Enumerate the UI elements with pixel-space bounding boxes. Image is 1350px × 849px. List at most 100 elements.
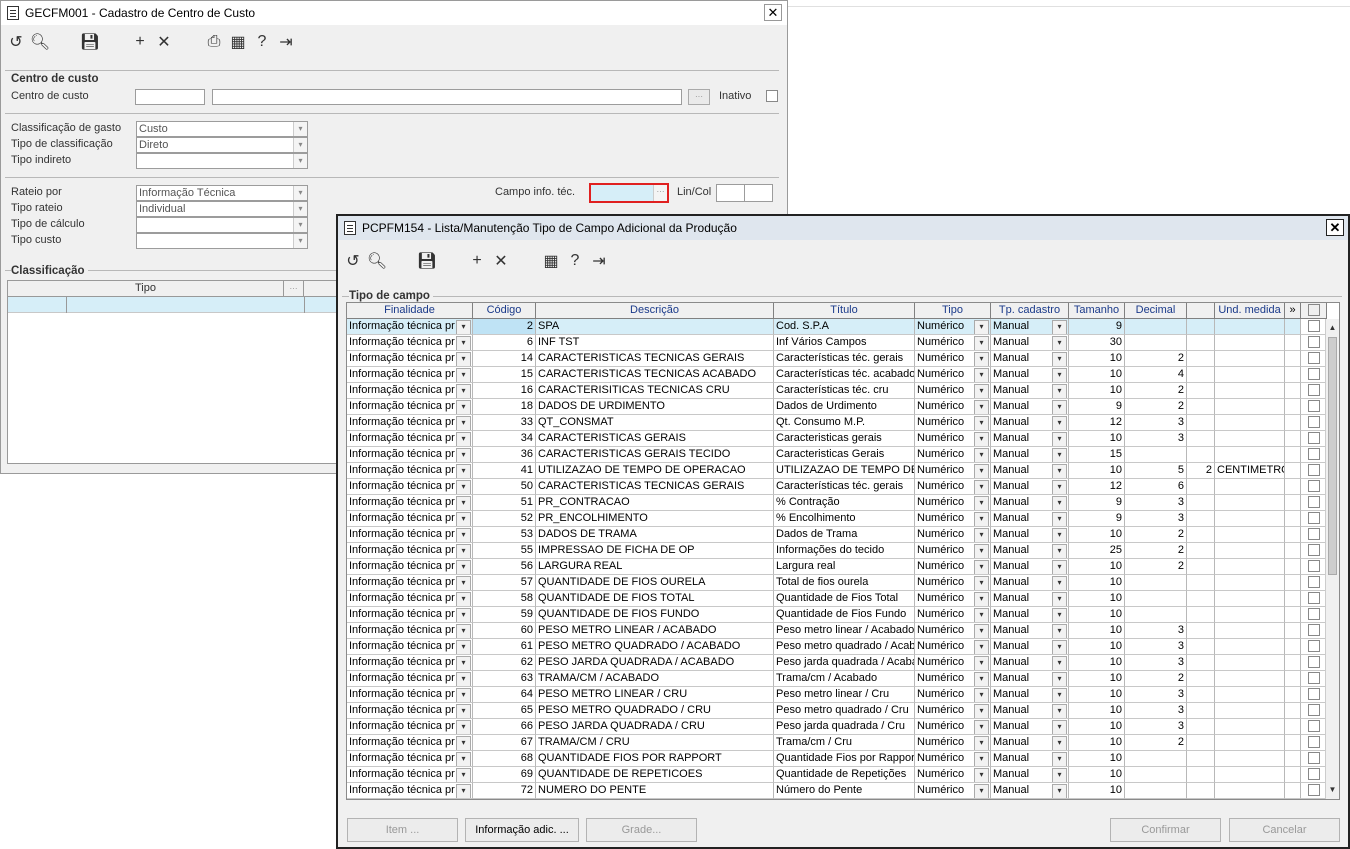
close-button[interactable]: ✕ (1326, 219, 1344, 236)
row-checkbox[interactable] (1307, 560, 1320, 572)
cell-finalidade[interactable]: Informação técnica pr (347, 447, 473, 463)
cell-tipo[interactable]: Numérico (915, 335, 991, 351)
cell-finalidade[interactable]: Informação técnica pr (347, 751, 473, 767)
cell-finalidade[interactable]: Informação técnica pr (347, 479, 473, 495)
row-checkbox[interactable] (1307, 448, 1320, 460)
rateio-por-select[interactable]: Informação Técnica ▾ (136, 185, 308, 201)
cell-tp-cadastro[interactable]: Manual (991, 319, 1069, 335)
cell-tipo[interactable]: Numérico (915, 351, 991, 367)
cell-tp-cadastro[interactable]: Manual (991, 415, 1069, 431)
cell-finalidade[interactable]: Informação técnica pr (347, 399, 473, 415)
cell-finalidade[interactable]: Informação técnica pr (347, 559, 473, 575)
row-checkbox[interactable] (1307, 624, 1320, 636)
scroll-thumb[interactable] (1328, 337, 1337, 575)
table-row[interactable]: Informação técnica pr2SPACod. S.P.ANumér… (347, 319, 1327, 335)
table-row[interactable]: Informação técnica pr56LARGURA REALLargu… (347, 559, 1327, 575)
row-checkbox[interactable] (1307, 736, 1320, 748)
cell-finalidade[interactable]: Informação técnica pr (347, 543, 473, 559)
table-row[interactable]: Informação técnica pr6INF TSTInf Vários … (347, 335, 1327, 351)
table-row[interactable]: Informação técnica pr58QUANTIDADE DE FIO… (347, 591, 1327, 607)
table-row[interactable]: Informação técnica pr61PESO METRO QUADRA… (347, 639, 1327, 655)
row-checkbox[interactable] (1307, 576, 1320, 588)
table-row[interactable]: Informação técnica pr33QT_CONSMATQt. Con… (347, 415, 1327, 431)
cell-finalidade[interactable]: Informação técnica pr (347, 415, 473, 431)
cell-finalidade[interactable]: Informação técnica pr (347, 511, 473, 527)
row-checkbox[interactable] (1307, 720, 1320, 732)
cell-tp-cadastro[interactable]: Manual (991, 655, 1069, 671)
cell-finalidade[interactable]: Informação técnica pr (347, 767, 473, 783)
row-checkbox[interactable] (1307, 544, 1320, 556)
cell-tp-cadastro[interactable]: Manual (991, 687, 1069, 703)
cell-tipo[interactable]: Numérico (915, 319, 991, 335)
help-icon[interactable]: ? (251, 31, 273, 53)
row-checkbox[interactable] (1307, 768, 1320, 780)
class-gasto-select[interactable]: Custo ▾ (136, 121, 308, 137)
cell-tipo[interactable]: Numérico (915, 735, 991, 751)
informacao-adic-button[interactable]: Informação adic. ... (465, 818, 579, 842)
row-checkbox[interactable] (1307, 480, 1320, 492)
lookup-icon[interactable]: ··· (284, 281, 304, 297)
cell-tp-cadastro[interactable]: Manual (991, 623, 1069, 639)
table-row[interactable]: Informação técnica pr41UTILIZAZAO DE TEM… (347, 463, 1327, 479)
table-row[interactable]: Informação técnica pr34CARACTERISTICAS G… (347, 431, 1327, 447)
cell-tp-cadastro[interactable]: Manual (991, 351, 1069, 367)
tipo-class-select[interactable]: Direto ▾ (136, 137, 308, 153)
cell-tipo[interactable]: Numérico (915, 607, 991, 623)
confirmar-button[interactable]: Confirmar (1110, 818, 1221, 842)
cell-tp-cadastro[interactable]: Manual (991, 559, 1069, 575)
lookup-icon[interactable]: ··· (653, 185, 667, 201)
cell-tipo[interactable]: Numérico (915, 591, 991, 607)
table-row[interactable]: Informação técnica pr60PESO METRO LINEAR… (347, 623, 1327, 639)
table-row[interactable]: Informação técnica pr62PESO JARDA QUADRA… (347, 655, 1327, 671)
add-icon[interactable]: + (466, 250, 488, 272)
row-checkbox[interactable] (1307, 512, 1320, 524)
cell-tipo[interactable]: Numérico (915, 639, 991, 655)
vertical-scrollbar[interactable]: ▲ ▼ (1325, 319, 1339, 799)
tipo-indireto-select[interactable]: ▾ (136, 153, 308, 169)
cell-tipo[interactable]: Numérico (915, 703, 991, 719)
cell-tp-cadastro[interactable]: Manual (991, 447, 1069, 463)
row-checkbox[interactable] (1307, 400, 1320, 412)
cell-tipo[interactable]: Numérico (915, 447, 991, 463)
cell-tp-cadastro[interactable]: Manual (991, 383, 1069, 399)
cell-tipo[interactable]: Numérico (915, 527, 991, 543)
undo-icon[interactable]: ↺ (5, 31, 27, 53)
cell-tipo[interactable]: Numérico (915, 575, 991, 591)
cell-finalidade[interactable]: Informação técnica pr (347, 367, 473, 383)
table-row[interactable]: Informação técnica pr50CARACTERISTICAS T… (347, 479, 1327, 495)
cell-tipo[interactable]: Numérico (915, 511, 991, 527)
cell-finalidade[interactable]: Informação técnica pr (347, 527, 473, 543)
cell-finalidade[interactable]: Informação técnica pr (347, 655, 473, 671)
cell-tipo[interactable]: Numérico (915, 479, 991, 495)
centro-custo-desc-input[interactable] (212, 89, 682, 105)
table-row[interactable]: Informação técnica pr55IMPRESSAO DE FICH… (347, 543, 1327, 559)
row-checkbox[interactable] (1307, 704, 1320, 716)
row-checkbox[interactable] (1307, 352, 1320, 364)
cell-finalidade[interactable]: Informação técnica pr (347, 351, 473, 367)
cell-tipo[interactable]: Numérico (915, 751, 991, 767)
more-columns-button[interactable]: » (1285, 303, 1301, 319)
cell-tp-cadastro[interactable]: Manual (991, 671, 1069, 687)
cell-finalidade[interactable]: Informação técnica pr (347, 335, 473, 351)
cell-tipo[interactable]: Numérico (915, 367, 991, 383)
row-checkbox[interactable] (1307, 416, 1320, 428)
save-icon[interactable]: 💾︎ (79, 31, 101, 53)
cell-finalidade[interactable]: Informação técnica pr (347, 575, 473, 591)
table-row[interactable]: Informação técnica pr14CARACTERISTICAS T… (347, 351, 1327, 367)
row-checkbox[interactable] (1307, 784, 1320, 796)
cell-tp-cadastro[interactable]: Manual (991, 575, 1069, 591)
cell-tp-cadastro[interactable]: Manual (991, 511, 1069, 527)
search-icon[interactable]: 🔍︎ (29, 31, 51, 53)
cell-tp-cadastro[interactable]: Manual (991, 367, 1069, 383)
table-row[interactable]: Informação técnica pr68QUANTIDADE FIOS P… (347, 751, 1327, 767)
table-row[interactable]: Informação técnica pr51PR_CONTRACAO% Con… (347, 495, 1327, 511)
table-row[interactable]: Informação técnica pr36CARACTERISTICAS G… (347, 447, 1327, 463)
table-row[interactable]: Informação técnica pr57QUANTIDADE DE FIO… (347, 575, 1327, 591)
close-button[interactable]: ✕ (764, 4, 782, 21)
tipo-campo-grid[interactable]: Finalidade Código Descrição Título Tipo … (346, 302, 1340, 800)
select-all-checkbox[interactable] (1307, 304, 1320, 316)
cancelar-button[interactable]: Cancelar (1229, 818, 1340, 842)
cell-tipo[interactable]: Numérico (915, 767, 991, 783)
cell-finalidade[interactable]: Informação técnica pr (347, 671, 473, 687)
save-icon[interactable]: 💾︎ (416, 250, 438, 272)
